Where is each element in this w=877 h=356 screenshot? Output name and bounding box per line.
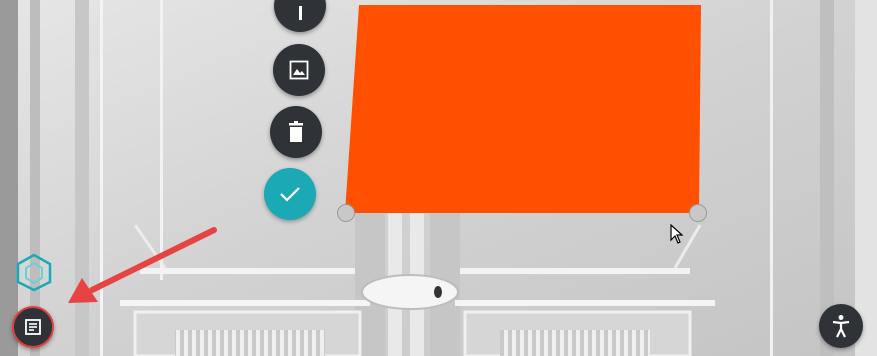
resize-handle-right[interactable] bbox=[689, 204, 707, 222]
ar-viewer bbox=[0, 0, 877, 356]
accessibility-person-icon bbox=[832, 315, 850, 338]
trash-icon bbox=[289, 121, 303, 142]
notes-icon bbox=[25, 319, 41, 335]
confirm-button[interactable] bbox=[264, 168, 316, 220]
image-icon bbox=[289, 60, 309, 80]
notes-button[interactable] bbox=[12, 306, 54, 348]
delete-button[interactable] bbox=[270, 106, 322, 158]
pencil-icon bbox=[299, 6, 302, 20]
cube-logo-icon bbox=[16, 253, 52, 292]
image-button[interactable] bbox=[273, 44, 325, 96]
accessibility-button[interactable] bbox=[819, 304, 863, 348]
placed-overlay-rectangle[interactable] bbox=[0, 0, 877, 356]
resize-handle-left[interactable] bbox=[337, 204, 355, 222]
check-icon bbox=[280, 187, 300, 202]
mouse-pointer-icon bbox=[670, 224, 684, 244]
